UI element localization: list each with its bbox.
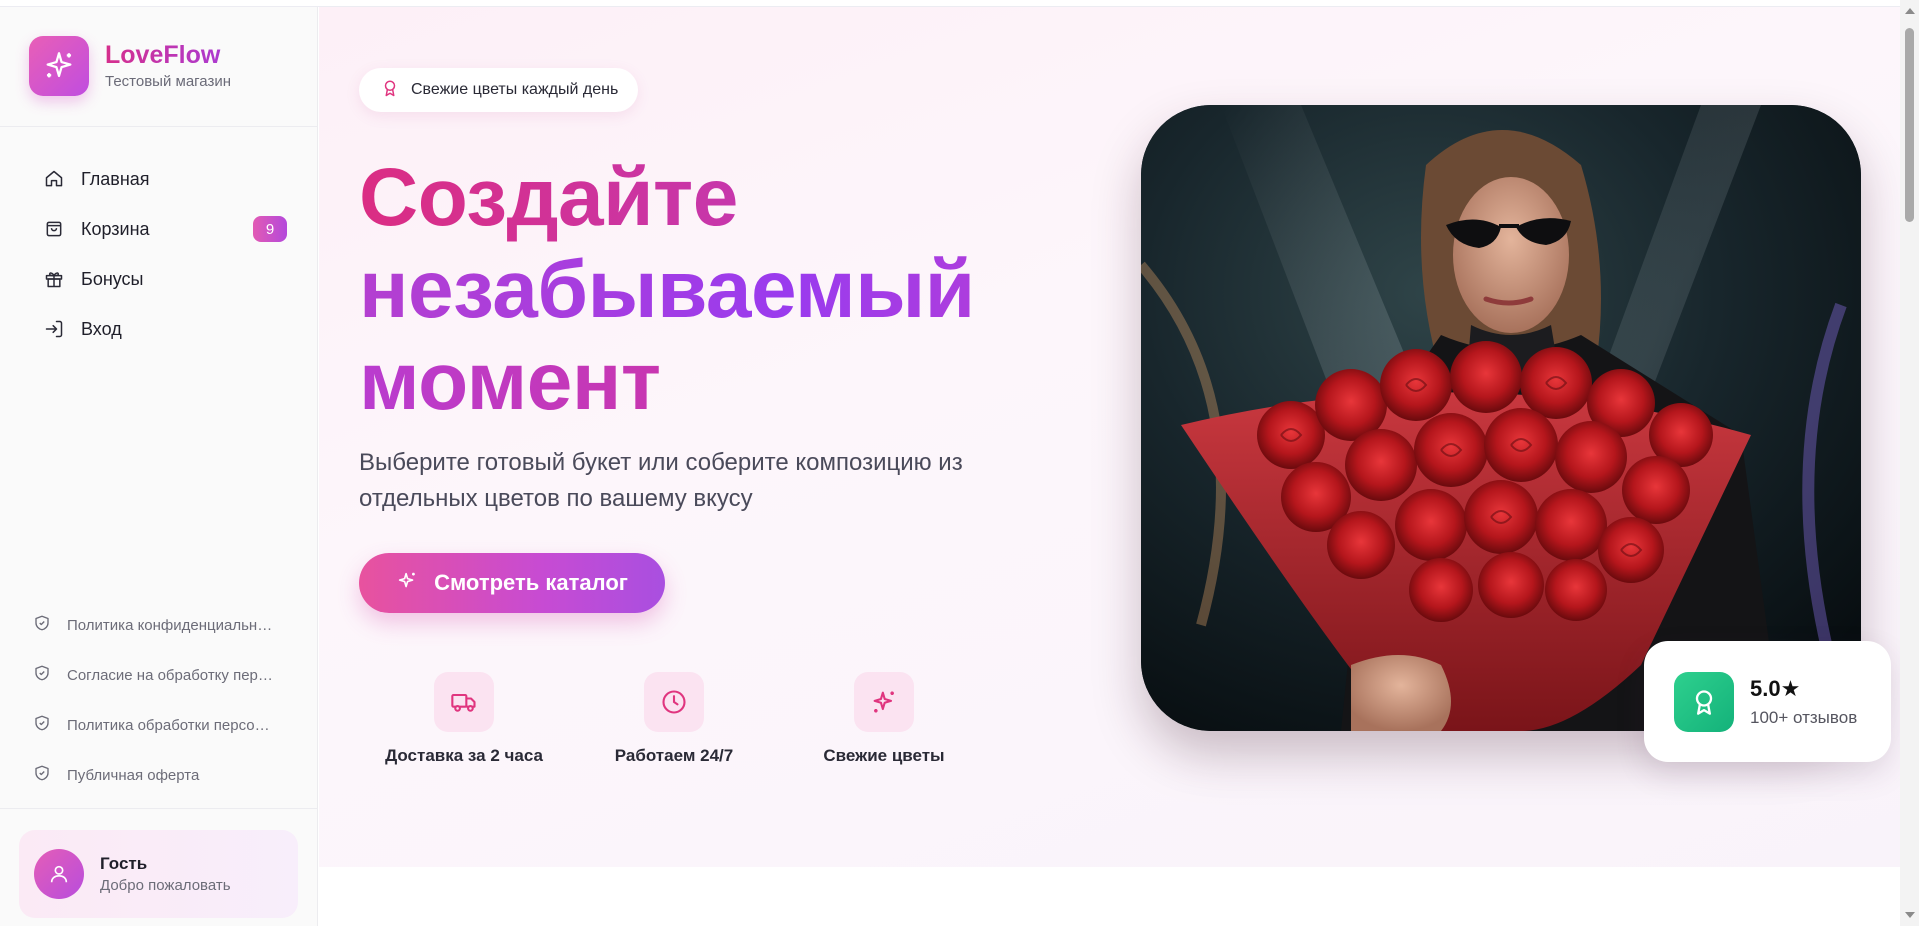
rating-subtitle: 100+ отзывов (1750, 707, 1858, 727)
legal-label: Политика обработки персональных данных (67, 716, 277, 734)
nav-item-home[interactable]: Главная (29, 154, 287, 204)
view-catalog-button[interactable]: Смотреть каталог (359, 553, 665, 613)
nav-label: Корзина (81, 218, 150, 239)
feature-label: Свежие цветы (823, 746, 945, 765)
home-icon (43, 168, 65, 190)
rating-value: 5.0★ (1750, 675, 1801, 701)
guest-subtitle: Добро пожаловать (100, 877, 231, 894)
woman-with-roses-illustration (1141, 105, 1861, 731)
cta-label: Смотреть каталог (434, 570, 628, 595)
feature-label: Работаем 24/7 (614, 746, 734, 765)
legal-link-offer[interactable]: Публичная оферта (29, 750, 287, 800)
features-row: Доставка за 2 часа Работаем 24/7 Свежие … (359, 672, 989, 766)
headline-line-2: незабываемый (359, 244, 1079, 336)
sparkles-icon (854, 672, 914, 732)
page-scrollbar[interactable] (1900, 0, 1919, 926)
scrollbar-thumb[interactable] (1905, 28, 1914, 222)
shield-check-icon (33, 714, 51, 737)
sparkles-icon (396, 570, 418, 597)
legal-label: Публичная оферта (67, 766, 200, 784)
nav-label: Вход (81, 318, 122, 339)
nav-label: Главная (81, 168, 150, 189)
legal-link-processing-policy[interactable]: Политика обработки персональных данных (29, 700, 287, 750)
nav-label: Бонусы (81, 268, 144, 289)
scroll-up-arrow-icon[interactable] (1905, 8, 1915, 14)
sparkles-icon (29, 36, 89, 96)
scroll-down-arrow-icon[interactable] (1905, 912, 1915, 918)
legal-label: Политика конфиденциальности (67, 616, 277, 634)
divider (0, 808, 318, 809)
fresh-flowers-pill: Свежие цветы каждый день (359, 68, 639, 112)
cart-count-badge: 9 (253, 216, 287, 242)
user-icon (34, 849, 84, 899)
brand-subtitle: Тестовый магазин (105, 73, 232, 91)
legal-links: Политика конфиденциальности Согласие на … (29, 600, 287, 800)
clock-icon (644, 672, 704, 732)
nav-item-bonuses[interactable]: Бонусы (29, 254, 287, 304)
legal-link-consent[interactable]: Согласие на обработку персональных данны… (29, 650, 287, 700)
feature-delivery: Доставка за 2 часа (359, 672, 569, 766)
main-nav: Главная Корзина 9 Бонусы Вход (29, 154, 287, 354)
rating-card: 5.0★ 100+ отзывов (1644, 641, 1891, 762)
brand[interactable]: LoveFlow Тестовый магазин (29, 36, 231, 96)
shield-check-icon (33, 614, 51, 637)
guest-profile[interactable]: Гость Добро пожаловать (19, 830, 298, 918)
hero-lead: Выберите готовый букет или соберите комп… (359, 449, 963, 512)
feature-hours: Работаем 24/7 (569, 672, 779, 766)
legal-label: Согласие на обработку персональных данны… (67, 666, 277, 684)
award-icon (381, 79, 399, 102)
sidebar: LoveFlow Тестовый магазин Главная Корзин… (0, 7, 318, 926)
shopping-bag-icon (43, 218, 65, 240)
hero-headline: Создайте незабываемый момент (359, 152, 1079, 428)
page-below-fold (319, 867, 1900, 926)
top-border (0, 0, 1900, 7)
guest-name: Гость (100, 854, 148, 873)
legal-link-privacy[interactable]: Политика конфиденциальности (29, 600, 287, 650)
hero-section: Свежие цветы каждый день Создайте незабы… (319, 7, 1900, 867)
login-icon (43, 318, 65, 340)
pill-label: Свежие цветы каждый день (411, 81, 619, 98)
nav-item-login[interactable]: Вход (29, 304, 287, 354)
headline-line-1: Создайте (359, 152, 1079, 244)
nav-item-cart[interactable]: Корзина 9 (29, 204, 287, 254)
divider (0, 126, 318, 127)
feature-label: Доставка за 2 часа (385, 746, 543, 765)
feature-fresh: Свежие цветы (779, 672, 989, 766)
hero-image (1141, 105, 1861, 731)
shield-check-icon (33, 764, 51, 787)
brand-title: LoveFlow (105, 41, 231, 70)
headline-line-3: момент (359, 336, 1079, 428)
gift-icon (43, 268, 65, 290)
award-icon (1674, 671, 1734, 732)
truck-icon (434, 672, 494, 732)
shield-check-icon (33, 664, 51, 687)
